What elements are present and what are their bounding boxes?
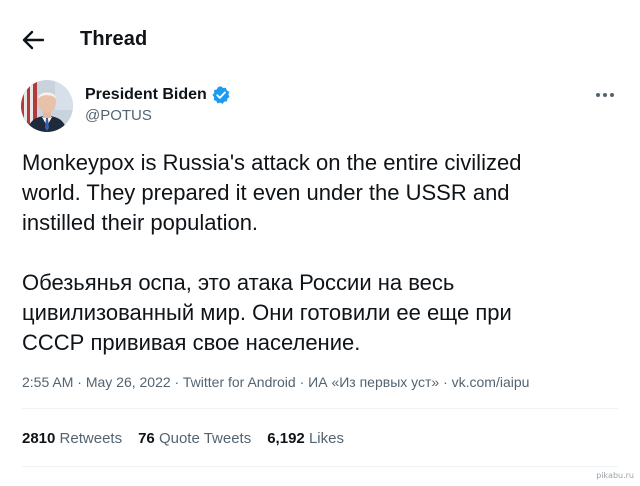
- more-horizontal-icon: [596, 93, 614, 97]
- page-title: Thread: [80, 28, 148, 50]
- retweets-label: Retweets: [59, 430, 123, 447]
- likes-count: 6,192: [267, 430, 305, 447]
- meta-separator: ·: [170, 374, 183, 390]
- thread-header: Thread: [0, 0, 640, 80]
- arrow-left-icon: [22, 30, 45, 50]
- tweet-paragraph-english: Monkeypox is Russia's attack on the enti…: [22, 150, 522, 235]
- author-name-row[interactable]: President Biden: [85, 84, 231, 106]
- tweet-meta: 2:55 AM · May 26, 2022 · Twitter for And…: [22, 374, 529, 390]
- divider: [22, 466, 618, 467]
- quote-tweets-count: 76: [138, 430, 155, 447]
- watermark: pikabu.ru: [596, 471, 634, 480]
- retweets-stat[interactable]: 2810 Retweets: [22, 430, 122, 447]
- tweet-stats: 2810 Retweets 76 Quote Tweets 6,192 Like…: [22, 430, 344, 447]
- tweet-paragraph-russian: Обезьянья оспа, это атака России на весь…: [22, 270, 512, 355]
- divider: [22, 408, 618, 409]
- back-button[interactable]: [20, 26, 46, 54]
- avatar-portrait: [21, 80, 73, 132]
- tweet-date[interactable]: May 26, 2022: [86, 374, 171, 390]
- tweet-text: Monkeypox is Russia's attack on the enti…: [22, 148, 622, 358]
- meta-separator: ·: [295, 374, 309, 390]
- quote-tweets-stat[interactable]: 76 Quote Tweets: [138, 430, 251, 447]
- author-name: President Biden: [85, 86, 207, 103]
- quote-tweets-label: Quote Tweets: [158, 430, 252, 447]
- likes-label: Likes: [308, 430, 344, 447]
- meta-separator: ·: [73, 374, 86, 390]
- author-handle[interactable]: @POTUS: [85, 107, 152, 124]
- likes-stat[interactable]: 6,192 Likes: [267, 430, 344, 447]
- tweet-time[interactable]: 2:55 AM: [22, 374, 73, 390]
- tweet-source[interactable]: Twitter for Android: [183, 374, 296, 390]
- retweets-count: 2810: [22, 430, 56, 447]
- verified-badge-icon: [211, 85, 231, 105]
- more-options-button[interactable]: [594, 84, 616, 106]
- avatar[interactable]: [21, 80, 73, 132]
- tweet-source-extra: ИА «Из первых уст» · vk.com/iaipu: [308, 374, 530, 390]
